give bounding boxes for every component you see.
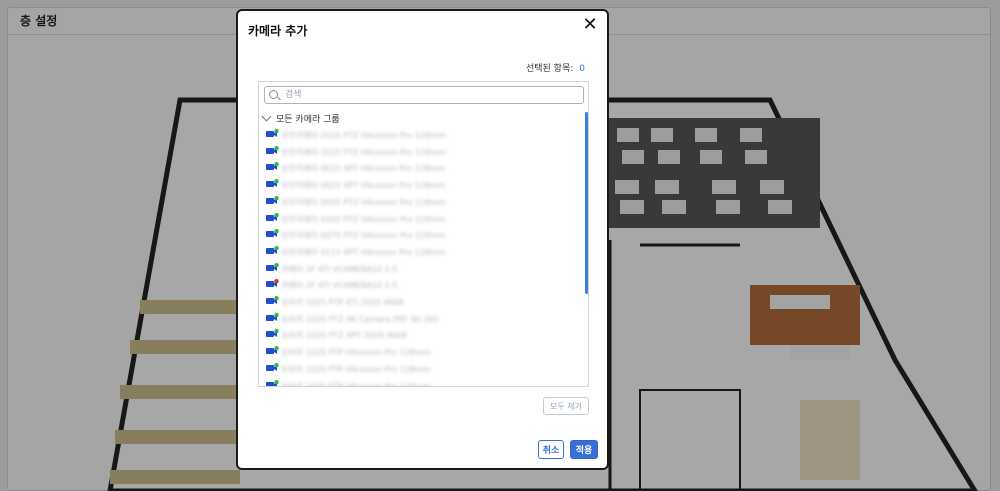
dialog-title: 카메라 추가 <box>248 24 308 38</box>
camera-label: 보안카메라 0105 PTZ Hikvision Pro 128mm <box>281 214 446 224</box>
camera-icon <box>266 129 279 137</box>
camera-list-item[interactable]: 로비카 1025 PTZ 4K Camera PRF 90 392 <box>266 310 566 326</box>
cancel-button[interactable]: 취소 <box>538 440 564 459</box>
camera-list-item[interactable]: 로비카 1025 PTP Hikvision Pro 128mm <box>266 360 566 376</box>
camera-label: 로비카 1025 PTP Hikvision Pro 128mm <box>281 381 431 387</box>
camera-list-item[interactable]: 카메라 1F 4TI VCAMERA10 5.5 <box>266 260 566 276</box>
camera-list-item[interactable]: 카메라 2F 4TI VCAMERA10 5.5 <box>266 276 566 292</box>
selected-items-counter: 선택된 항목: 0 <box>526 61 585 74</box>
camera-list-item[interactable]: 보안카메라 2025 PTZ Hikvision Pro 128mm <box>266 126 566 142</box>
camera-icon <box>266 245 279 254</box>
camera-label: 로비카 1025 PTZ 4K Camera PRF 90 392 <box>281 314 439 324</box>
search-box[interactable] <box>264 86 584 104</box>
camera-group-all[interactable]: 모든 카메라 그룹 <box>261 111 340 125</box>
camera-icon <box>266 312 279 321</box>
apply-button[interactable]: 적용 <box>570 440 598 459</box>
camera-list-item[interactable]: 로비카 1025 PTZ 4PT 2020 4608 <box>266 326 566 342</box>
add-camera-dialog: 카메라 추가 ✕ 선택된 항목: 0 모든 카메라 그룹 보안카메라 2025 P… <box>236 9 609 470</box>
camera-icon <box>266 145 279 154</box>
selected-items-count: 0 <box>579 64 585 74</box>
camera-label: 카메라 1F 4TI VCAMERA10 5.5 <box>281 264 398 274</box>
camera-icon <box>266 229 279 238</box>
chevron-down-icon[interactable] <box>261 111 272 122</box>
camera-label: 로비카 1025 PTP Hikvision Pro 128mm <box>281 364 431 374</box>
camera-list-item[interactable]: 보안카메라 0075 PTZ Hikvision Pro 128mm <box>266 226 566 242</box>
camera-group-label: 모든 카메라 그룹 <box>276 115 340 125</box>
camera-icon <box>266 212 279 221</box>
camera-label: 로비카 1025 PTZ 4PT 2020 4608 <box>281 331 407 341</box>
camera-list-item[interactable]: 로비카 1025 PTP 4TI 2020 4608 <box>266 293 566 309</box>
camera-icon <box>266 262 279 271</box>
camera-label: 로비카 1025 PTP Hikvision Pro 128mm <box>281 348 431 358</box>
camera-list-item[interactable]: 보안카메라 0025 4PT Hikvision Pro 128mm <box>266 159 566 175</box>
camera-list-item[interactable]: 보안카메라 0105 PTZ Hikvision Pro 128mm <box>266 210 566 226</box>
search-input[interactable] <box>285 88 575 102</box>
camera-icon <box>266 162 279 171</box>
camera-icon <box>266 279 279 288</box>
camera-label: 로비카 1025 PTP 4TI 2020 4608 <box>281 298 404 307</box>
remove-all-button[interactable]: 모두 제거 <box>543 397 589 415</box>
camera-label: 보안카메라 2025 PTZ Hikvision Pro 128mm <box>281 131 446 140</box>
camera-list-item[interactable]: 보안카메라 0115 4PT Hikvision Pro 128mm <box>266 243 566 259</box>
camera-icon <box>266 379 279 386</box>
camera-label: 보안카메라 0075 PTZ Hikvision Pro 128mm <box>281 231 446 241</box>
camera-list-item[interactable]: 보안카메라 0005 PTZ Hikvision Pro 128mm <box>266 193 566 209</box>
camera-icon <box>266 346 279 355</box>
camera-label: 보안카메라 2025 PTZ Hikvision Pro 128mm <box>281 147 446 157</box>
camera-list-item[interactable]: 보안카메라 0025 4PT Hikvision Pro 128mm <box>266 176 566 192</box>
camera-label: 카메라 2F 4TI VCAMERA10 5.5 <box>281 281 398 291</box>
selected-items-label: 선택된 항목: <box>525 64 574 74</box>
camera-list-panel: 모든 카메라 그룹 보안카메라 2025 PTZ Hikvision Pro 1… <box>258 81 589 387</box>
camera-label: 보안카메라 0005 PTZ Hikvision Pro 128mm <box>281 197 446 207</box>
camera-icon <box>266 195 279 204</box>
camera-icon <box>266 296 279 304</box>
camera-label: 보안카메라 0025 4PT Hikvision Pro 128mm <box>281 181 446 191</box>
camera-label: 보안카메라 0025 4PT Hikvision Pro 128mm <box>281 164 446 174</box>
list-scrollbar[interactable] <box>585 112 588 294</box>
close-icon[interactable]: ✕ <box>580 15 600 35</box>
camera-list-item[interactable]: 로비카 1025 PTP Hikvision Pro 128mm <box>266 343 566 359</box>
camera-icon <box>266 329 279 338</box>
camera-label: 보안카메라 0115 4PT Hikvision Pro 128mm <box>281 247 446 257</box>
camera-icon <box>266 362 279 371</box>
search-icon <box>269 90 278 99</box>
camera-list-item[interactable]: 보안카메라 2025 PTZ Hikvision Pro 128mm <box>266 143 566 159</box>
camera-icon <box>266 179 279 188</box>
camera-tree: 모든 카메라 그룹 보안카메라 2025 PTZ Hikvision Pro 1… <box>259 110 586 386</box>
camera-list-item[interactable]: 로비카 1025 PTP Hikvision Pro 128mm <box>266 377 566 387</box>
